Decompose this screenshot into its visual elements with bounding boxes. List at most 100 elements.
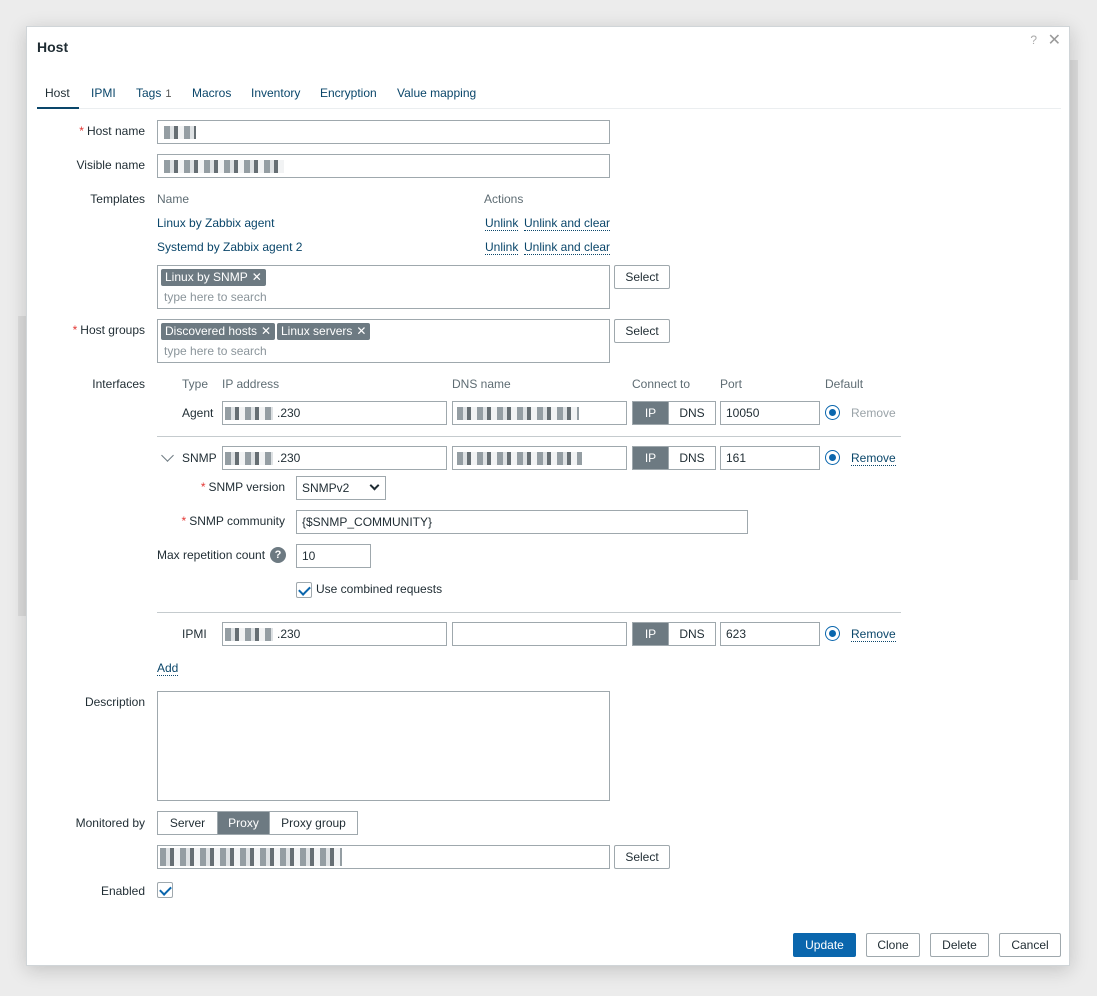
template-link[interactable]: Linux by Zabbix agent	[157, 216, 274, 230]
tags-count: 1	[165, 88, 172, 100]
ip-address-input[interactable]: .230	[222, 401, 447, 425]
iface-dns-header: DNS name	[452, 377, 511, 391]
visible-name-label: Visible name	[76, 158, 145, 172]
active-tab-indicator	[37, 107, 79, 109]
clone-button[interactable]: Clone	[866, 933, 920, 957]
proxy-multiselect[interactable]	[157, 845, 610, 869]
tab-bar: Host IPMI Tags 1 Macros Inventory Encrypt…	[37, 83, 1061, 109]
connect-ip-option[interactable]: IP	[633, 402, 668, 424]
interface-type: IPMI	[182, 627, 207, 641]
monitored-proxy-group-option[interactable]: Proxy group	[269, 812, 357, 834]
unlink-and-clear-link[interactable]: Unlink and clear	[524, 216, 611, 231]
remove-chip-icon[interactable]: ✕	[252, 270, 262, 284]
connect-dns-option[interactable]: DNS	[668, 447, 715, 469]
remove-interface-link[interactable]: Remove	[851, 627, 896, 642]
add-interface-link[interactable]: Add	[157, 661, 179, 676]
snmp-community-label: * SNMP community	[181, 514, 285, 528]
connect-to-toggle[interactable]: IP DNS	[632, 401, 716, 425]
tab-value-mapping[interactable]: Value mapping	[397, 86, 476, 100]
default-radio[interactable]	[825, 405, 840, 420]
host-group-chip: Linux servers ✕	[277, 323, 371, 340]
connect-dns-option[interactable]: DNS	[668, 402, 715, 424]
ip-address-input[interactable]: .230	[222, 446, 447, 470]
iface-type-header: Type	[182, 377, 209, 391]
default-radio[interactable]	[825, 450, 840, 465]
delete-button[interactable]: Delete	[930, 933, 989, 957]
select-templates-button[interactable]: Select	[614, 265, 670, 289]
host-groups-label: * Host groups	[72, 323, 145, 337]
select-host-groups-button[interactable]: Select	[614, 319, 670, 343]
connect-dns-option[interactable]: DNS	[668, 623, 715, 645]
templates-name-header: Name	[157, 192, 190, 206]
remove-link-disabled: Remove	[851, 406, 896, 420]
iface-port-header: Port	[720, 377, 743, 391]
snmp-community-input[interactable]: {$SNMP_COMMUNITY}	[296, 510, 748, 534]
snmp-version-label: * SNMP version	[200, 480, 285, 494]
chevron-down-icon[interactable]	[161, 449, 174, 462]
port-input[interactable]: 10050	[720, 401, 820, 425]
dns-name-input[interactable]	[452, 446, 627, 470]
select-proxy-button[interactable]: Select	[614, 845, 670, 869]
interface-separator	[157, 612, 901, 613]
iface-connect-header: Connect to	[632, 377, 691, 391]
host-dialog: Host ? ✕ Host IPMI Tags 1 Macros Inventor…	[26, 26, 1070, 966]
chevron-down-icon	[369, 480, 380, 491]
template-chip: Linux by SNMP ✕	[161, 269, 266, 286]
update-button[interactable]: Update	[793, 933, 856, 957]
monitored-by-toggle[interactable]: Server Proxy Proxy group	[157, 811, 358, 835]
template-multiselect[interactable]: Linux by SNMP ✕ type here to search	[157, 265, 610, 309]
unlink-and-clear-link[interactable]: Unlink and clear	[524, 240, 611, 255]
monitored-by-label: Monitored by	[75, 816, 145, 830]
template-link[interactable]: Systemd by Zabbix agent 2	[157, 240, 302, 254]
remove-interface-link[interactable]: Remove	[851, 451, 896, 466]
tab-macros[interactable]: Macros	[192, 86, 231, 100]
max-repetition-label: Max repetition count	[157, 548, 266, 562]
connect-ip-option[interactable]: IP	[633, 447, 668, 469]
enabled-checkbox[interactable]	[157, 882, 173, 898]
host-name-input[interactable]	[157, 120, 610, 144]
combined-requests-checkbox[interactable]	[296, 582, 312, 598]
question-icon[interactable]: ?	[1030, 33, 1037, 47]
unlink-link[interactable]: Unlink	[485, 240, 519, 255]
ip-address-input[interactable]: .230	[222, 622, 447, 646]
interface-type: SNMP	[182, 451, 217, 465]
connect-to-toggle[interactable]: IP DNS	[632, 446, 716, 470]
port-input[interactable]: 161	[720, 446, 820, 470]
max-repetition-input[interactable]: 10	[296, 544, 371, 568]
monitored-proxy-option[interactable]: Proxy	[217, 812, 269, 834]
tab-ipmi[interactable]: IPMI	[91, 86, 116, 100]
tab-encryption[interactable]: Encryption	[320, 86, 377, 100]
connect-to-toggle[interactable]: IP DNS	[632, 622, 716, 646]
search-placeholder: type here to search	[164, 290, 267, 304]
dns-name-input[interactable]	[452, 622, 627, 646]
dns-name-input[interactable]	[452, 401, 627, 425]
iface-default-header: Default	[825, 377, 864, 391]
combined-requests-label: Use combined requests	[316, 582, 443, 596]
interface-separator	[157, 436, 901, 437]
cancel-button[interactable]: Cancel	[999, 933, 1061, 957]
tab-inventory[interactable]: Inventory	[251, 86, 300, 100]
background-page-left	[18, 316, 26, 616]
visible-name-input[interactable]	[157, 154, 610, 178]
host-name-label: * Host name	[79, 124, 145, 138]
description-textarea[interactable]	[157, 691, 610, 801]
tab-tags[interactable]: Tags 1	[136, 86, 171, 100]
unlink-link[interactable]: Unlink	[485, 216, 519, 231]
enabled-label: Enabled	[100, 884, 145, 898]
search-placeholder: type here to search	[164, 344, 267, 358]
port-input[interactable]: 623	[720, 622, 820, 646]
remove-chip-icon[interactable]: ✕	[261, 324, 271, 338]
monitored-server-option[interactable]: Server	[158, 812, 217, 834]
templates-actions-header: Actions	[484, 192, 524, 206]
help-icon[interactable]: ?	[270, 547, 286, 563]
host-groups-multiselect[interactable]: Discovered hosts ✕ Linux servers ✕ type he…	[157, 319, 610, 363]
snmp-version-select[interactable]: SNMPv2	[296, 476, 386, 500]
default-radio[interactable]	[825, 626, 840, 641]
close-icon[interactable]: ✕	[1048, 30, 1061, 50]
description-label: Description	[84, 695, 145, 709]
interface-type: Agent	[182, 406, 214, 420]
connect-ip-option[interactable]: IP	[633, 623, 668, 645]
host-group-chip: Discovered hosts ✕	[161, 323, 276, 340]
tab-host[interactable]: Host	[45, 86, 70, 100]
remove-chip-icon[interactable]: ✕	[356, 324, 366, 338]
